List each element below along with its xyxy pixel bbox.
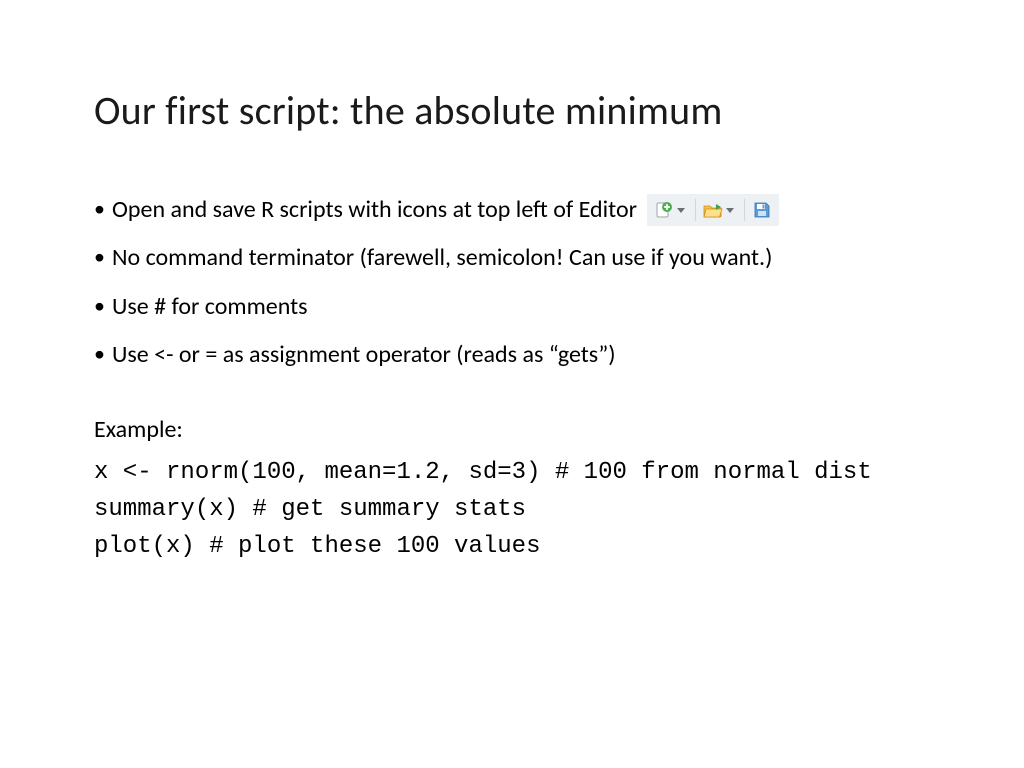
slide-title: Our first script: the absolute minimum xyxy=(94,86,930,135)
bullet-text: No command terminator (farewell, semicol… xyxy=(112,239,930,277)
new-file-plus-icon[interactable] xyxy=(653,199,675,221)
chevron-down-icon[interactable] xyxy=(726,208,734,213)
toolbar-separator xyxy=(695,199,696,221)
slide: Our first script: the absolute minimum •… xyxy=(0,0,1024,768)
code-block: x <- rnorm(100, mean=1.2, sd=3) # 100 fr… xyxy=(94,454,930,566)
example-label: Example: xyxy=(94,415,930,444)
open-folder-icon[interactable] xyxy=(702,199,724,221)
chevron-down-icon[interactable] xyxy=(677,208,685,213)
bullet-dot: • xyxy=(94,336,112,371)
bullet-dot: • xyxy=(94,191,112,226)
bullet-text: Open and save R scripts with icons at to… xyxy=(112,191,637,229)
code-line: summary(x) # get summary stats xyxy=(94,491,930,528)
code-line: plot(x) # plot these 100 values xyxy=(94,528,930,565)
editor-toolbar xyxy=(647,194,779,226)
bullet-text: Use # for comments xyxy=(112,288,930,326)
bullet-item: • Use # for comments xyxy=(94,288,930,326)
toolbar-separator xyxy=(744,199,745,221)
bullet-item: • No command terminator (farewell, semic… xyxy=(94,239,930,277)
bullet-item: • Open and save R scripts with icons at … xyxy=(94,191,930,229)
bullet-dot: • xyxy=(94,288,112,323)
bullet-text: Use <- or = as assignment operator (read… xyxy=(112,336,930,374)
save-disk-icon[interactable] xyxy=(751,199,773,221)
code-line: x <- rnorm(100, mean=1.2, sd=3) # 100 fr… xyxy=(94,454,930,491)
bullet-item: • Use <- or = as assignment operator (re… xyxy=(94,336,930,374)
bullet-dot: • xyxy=(94,239,112,274)
bullet-list: • Open and save R scripts with icons at … xyxy=(94,191,930,375)
